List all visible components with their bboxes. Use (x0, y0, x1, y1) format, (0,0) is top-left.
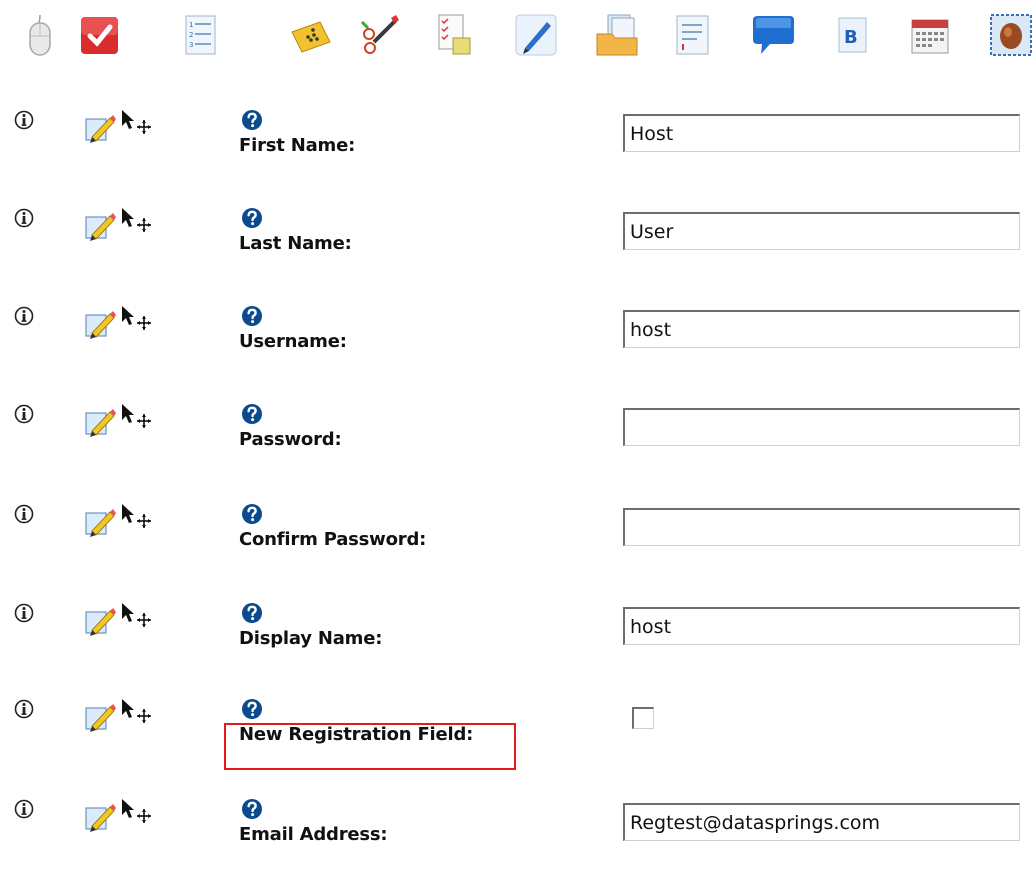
pen-icon[interactable] (513, 12, 559, 58)
first-name-input[interactable] (623, 114, 1020, 152)
info-icon[interactable] (14, 698, 34, 720)
field-label: Confirm Password: (239, 529, 427, 550)
move-cursor-icon[interactable] (120, 602, 152, 632)
numbered-list-icon[interactable]: 1 2 3 (177, 12, 223, 58)
bold-doc-icon[interactable]: B (829, 12, 875, 58)
info-icon[interactable] (14, 109, 34, 131)
speech-bubble-icon[interactable] (750, 12, 796, 58)
last-name-input[interactable] (623, 212, 1020, 250)
svg-text:3: 3 (189, 41, 193, 49)
mouse-icon[interactable] (17, 12, 63, 58)
info-icon[interactable] (14, 602, 34, 624)
info-icon[interactable] (14, 798, 34, 820)
form-row-new-registration-field: New Registration Field: (0, 697, 1034, 795)
svg-text:2: 2 (189, 31, 193, 39)
edit-pencil-icon[interactable] (84, 802, 118, 832)
password-input[interactable] (623, 408, 1020, 446)
checkbox-icon[interactable] (77, 12, 123, 58)
email-address-input[interactable] (623, 803, 1020, 841)
toolbar: 1 2 3 B (0, 0, 1034, 74)
info-icon[interactable] (14, 503, 34, 525)
info-icon[interactable] (14, 305, 34, 327)
folder-doc-icon[interactable] (594, 12, 640, 58)
calendar-icon[interactable] (907, 12, 953, 58)
form-row-first-name: First Name: (0, 108, 1034, 206)
field-label: Email Address: (239, 824, 388, 845)
form-row-password: Password: (0, 402, 1034, 500)
form-row-username: Username: (0, 304, 1034, 402)
stamp-icon[interactable] (988, 12, 1034, 58)
move-cursor-icon[interactable] (120, 403, 152, 433)
confirm-password-input[interactable] (623, 508, 1020, 546)
help-icon[interactable] (241, 305, 263, 327)
edit-pencil-icon[interactable] (84, 702, 118, 732)
tag-icon[interactable] (288, 12, 334, 58)
form-row-last-name: Last Name: (0, 206, 1034, 304)
move-cursor-icon[interactable] (120, 798, 152, 828)
field-label: Password: (239, 429, 342, 450)
form-row-email-address: Email Address: (0, 797, 1034, 895)
form-row-display-name: Display Name: (0, 601, 1034, 699)
display-name-input[interactable] (623, 607, 1020, 645)
help-icon[interactable] (241, 602, 263, 624)
edit-pencil-icon[interactable] (84, 507, 118, 537)
highlight-box (224, 723, 516, 770)
field-label: Display Name: (239, 628, 383, 649)
info-icon[interactable] (14, 207, 34, 229)
move-cursor-icon[interactable] (120, 207, 152, 237)
move-cursor-icon[interactable] (120, 109, 152, 139)
help-icon[interactable] (241, 109, 263, 131)
svg-text:B: B (844, 27, 858, 48)
doc-lines-icon[interactable] (669, 12, 715, 58)
help-icon[interactable] (241, 698, 263, 720)
field-label: First Name: (239, 135, 356, 156)
svg-text:1: 1 (189, 21, 193, 29)
form-row-confirm-password: Confirm Password: (0, 502, 1034, 600)
edit-pencil-icon[interactable] (84, 309, 118, 339)
help-icon[interactable] (241, 798, 263, 820)
edit-pencil-icon[interactable] (84, 606, 118, 636)
checklist-doc-icon[interactable] (431, 12, 477, 58)
edit-pencil-icon[interactable] (84, 407, 118, 437)
field-label: Last Name: (239, 233, 352, 254)
new-registration-checkbox[interactable] (632, 707, 654, 729)
move-cursor-icon[interactable] (120, 305, 152, 335)
move-cursor-icon[interactable] (120, 698, 152, 728)
move-cursor-icon[interactable] (120, 503, 152, 533)
help-icon[interactable] (241, 403, 263, 425)
help-icon[interactable] (241, 207, 263, 229)
help-icon[interactable] (241, 503, 263, 525)
edit-pencil-icon[interactable] (84, 113, 118, 143)
scissors-pen-icon[interactable] (356, 12, 402, 58)
info-icon[interactable] (14, 403, 34, 425)
field-label: Username: (239, 331, 347, 352)
username-input[interactable] (623, 310, 1020, 348)
edit-pencil-icon[interactable] (84, 211, 118, 241)
